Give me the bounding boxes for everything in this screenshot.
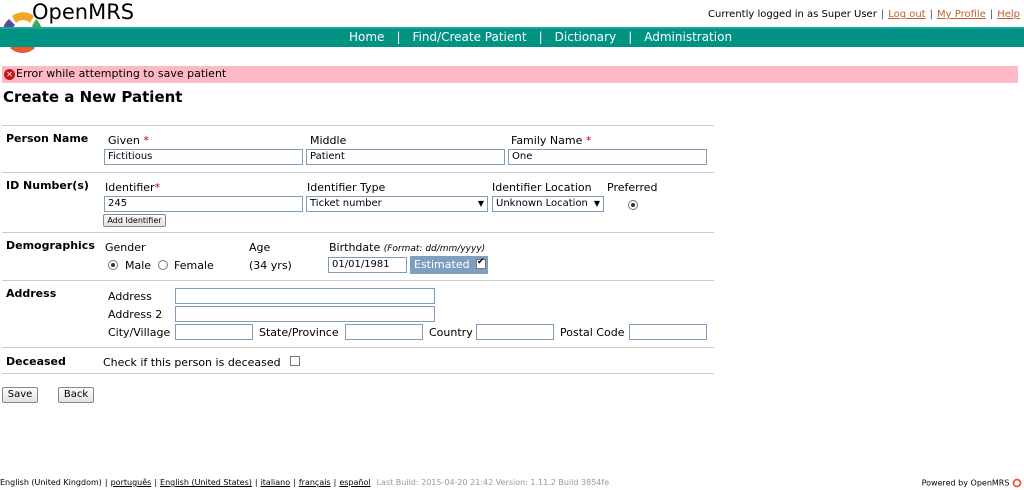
build-info: Last Build: 2015-04-20 21:42 Version: 1.… [376, 478, 610, 487]
preferred-radio[interactable] [628, 200, 638, 210]
identifier-input[interactable]: 245 [104, 196, 303, 212]
identifier-type-select[interactable]: Ticket number ▼ [306, 196, 488, 212]
estimated-label: Estimated [414, 258, 470, 271]
family-name-input[interactable]: One [508, 149, 707, 165]
identifier-label: Identifier* [105, 181, 161, 194]
given-name-input[interactable]: Fictitious [104, 149, 303, 165]
identifier-location-select[interactable]: Unknown Location ▼ [492, 196, 604, 212]
openmrs-small-logo-icon [1012, 478, 1022, 488]
divider [2, 232, 714, 233]
dropdown-arrow-icon: ▼ [593, 199, 600, 208]
nav-dictionary[interactable]: Dictionary [555, 30, 617, 44]
identifier-type-label: Identifier Type [307, 181, 386, 194]
postal-code-label: Postal Code [560, 326, 625, 339]
age-label: Age [249, 241, 271, 254]
language-english-us[interactable]: English (United States) [160, 478, 252, 487]
estimated-checkbox[interactable] [476, 257, 486, 269]
powered-by-text: Powered by OpenMRS [921, 478, 1010, 488]
language-francais[interactable]: français [299, 478, 331, 487]
divider [2, 373, 714, 374]
language-portugues[interactable]: português [111, 478, 152, 487]
nav-home[interactable]: Home [349, 30, 384, 44]
divider [2, 172, 714, 173]
divider [2, 125, 714, 126]
identifier-location-value: Unknown Location [496, 198, 588, 209]
dropdown-arrow-icon: ▼ [477, 199, 484, 208]
country-label: Country [429, 326, 473, 339]
section-id-numbers: ID Number(s) [6, 179, 89, 192]
section-demographics: Demographics [6, 239, 95, 252]
gender-male-radio[interactable] [108, 260, 118, 270]
section-deceased: Deceased [6, 355, 66, 368]
city-input[interactable] [175, 324, 253, 340]
error-icon: ✕ [4, 69, 15, 80]
error-message: Error while attempting to save patient [16, 67, 227, 80]
section-person-name: Person Name [6, 132, 89, 145]
logo-text: OpenMRS [32, 0, 135, 24]
logout-link[interactable]: Log out [888, 9, 925, 20]
logged-in-text: Currently logged in as Super User [708, 9, 877, 20]
address-label: Address [108, 290, 152, 303]
preferred-label: Preferred [607, 181, 658, 194]
address2-label: Address 2 [108, 308, 163, 321]
age-value: (34 yrs) [249, 259, 292, 272]
deceased-checkbox[interactable] [290, 356, 300, 366]
nav-find-create-patient[interactable]: Find/Create Patient [412, 30, 526, 44]
language-english-uk[interactable]: English (United Kingdom) [0, 478, 102, 487]
state-input[interactable] [345, 324, 423, 340]
footer-language-bar: English (United Kingdom) | português | Engli… [0, 478, 610, 487]
identifier-location-label: Identifier Location [492, 181, 592, 194]
nav-administration[interactable]: Administration [644, 30, 732, 44]
address2-input[interactable] [175, 306, 435, 322]
gender-female-label: Female [174, 259, 214, 272]
gender-female-radio[interactable] [158, 260, 168, 270]
middle-name-input[interactable]: Patient [306, 149, 505, 165]
family-name-label: Family Name * [511, 134, 592, 147]
divider [2, 280, 714, 281]
save-button[interactable]: Save [2, 387, 38, 403]
state-label: State/Province [259, 326, 339, 339]
divider [2, 347, 714, 348]
deceased-check-label: Check if this person is deceased [103, 356, 281, 369]
powered-by: Powered by OpenMRS [922, 478, 1022, 488]
page-title: Create a New Patient [3, 88, 183, 106]
birthdate-format-hint: (Format: dd/mm/yyyy) [383, 244, 486, 254]
my-profile-link[interactable]: My Profile [937, 9, 986, 20]
estimated-toggle[interactable]: Estimated [410, 256, 488, 274]
user-bar: Currently logged in as Super User | Log ou… [708, 9, 1020, 20]
country-input[interactable] [476, 324, 554, 340]
add-identifier-button[interactable]: Add Identifier [103, 214, 166, 227]
help-link[interactable]: Help [997, 9, 1020, 20]
language-espanol[interactable]: español [339, 478, 370, 487]
language-italiano[interactable]: italiano [261, 478, 291, 487]
given-label: Given * [108, 134, 149, 147]
middle-label: Middle [310, 134, 347, 147]
postal-code-input[interactable] [629, 324, 707, 340]
back-button[interactable]: Back [58, 387, 94, 403]
birthdate-input[interactable]: 01/01/1981 [328, 257, 407, 273]
city-label: City/Village [108, 326, 171, 339]
birthdate-label: Birthdate (Format: dd/mm/yyyy) [329, 241, 486, 254]
error-banner: ✕ Error while attempting to save patient [2, 66, 1018, 83]
address-input[interactable] [175, 288, 435, 304]
section-address: Address [6, 287, 57, 300]
gender-label: Gender [105, 241, 146, 254]
gender-male-label: Male [125, 259, 152, 272]
nav-bar: Home | Find/Create Patient | Dictionary | Admi… [0, 27, 1024, 47]
identifier-type-value: Ticket number [310, 198, 382, 209]
